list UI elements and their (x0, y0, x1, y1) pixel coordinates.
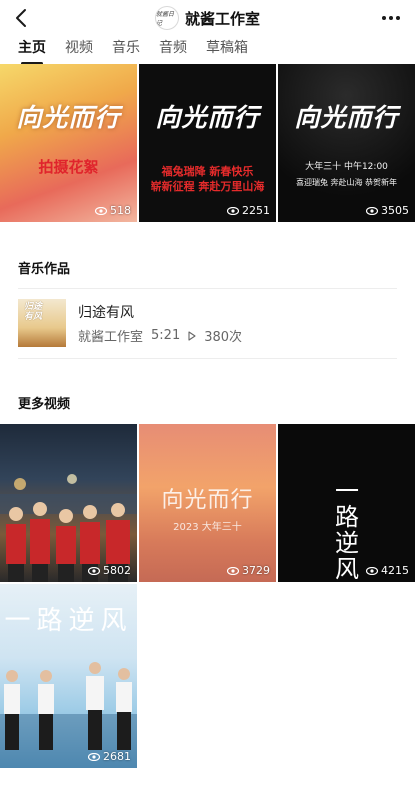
view-count: 3505 (366, 204, 409, 217)
music-cover-text: 归途有风 (24, 302, 43, 322)
video-caption-line-2: 喜迎瑞兔 奔赴山海 恭贺新年 (295, 178, 398, 187)
view-count: 5802 (88, 564, 131, 577)
video-people-scene (0, 474, 137, 582)
video-people-scene (0, 662, 137, 768)
video-thumbnail[interactable]: 一路逆风 4215 (278, 424, 415, 582)
music-cover: 归途有风 (18, 299, 66, 347)
divider (18, 358, 397, 359)
eye-icon (88, 752, 100, 761)
video-thumbnail[interactable]: 向光而行 拍摄花絮 518 (0, 64, 137, 222)
top-bar: 就酱日记 就酱工作室 (0, 0, 415, 36)
play-icon (188, 330, 196, 341)
view-count-number: 4215 (381, 564, 409, 577)
tab-videos[interactable]: 视频 (65, 36, 93, 64)
tab-bar: 主页 视频 音乐 音频 草稿箱 (0, 36, 415, 64)
video-title-art: 向光而行 (161, 488, 254, 513)
page-title: 就酱工作室 (184, 9, 260, 28)
view-count: 518 (95, 204, 131, 217)
music-meta: 就酱工作室 5:21 380次 (78, 326, 242, 345)
view-count-number: 2251 (242, 204, 270, 217)
view-count-number: 518 (110, 204, 131, 217)
video-caption-line-1: 大年三十 中午12:00 (305, 162, 388, 172)
eye-icon (227, 566, 239, 575)
divider (18, 288, 397, 289)
more-dots-icon[interactable] (379, 8, 403, 28)
view-count: 2681 (88, 750, 131, 763)
more-videos-title: 更多视频 (18, 397, 71, 412)
view-count-number: 3729 (242, 564, 270, 577)
music-item[interactable]: 归途有风 归途有风 就酱工作室 5:21 380次 (18, 299, 398, 349)
eye-icon (95, 206, 107, 215)
view-count: 4215 (366, 564, 409, 577)
music-artist: 就酱工作室 (78, 330, 144, 345)
eye-icon (88, 566, 100, 575)
eye-icon (366, 206, 378, 215)
video-caption-line-1: 福兔瑞降 新春快乐 (161, 165, 254, 178)
video-title-art: 向光而行 (294, 103, 399, 132)
music-duration: 5:21 (151, 328, 181, 343)
eye-icon (366, 566, 378, 575)
video-thumbnail[interactable]: 一路逆风 2681 (0, 584, 137, 768)
video-thumbnail[interactable]: 向光而行 2023 大年三十 3729 (139, 424, 276, 582)
more-video-grid: 5802 向光而行 2023 大年三十 3729 一路逆风 4215 一路逆风 … (0, 424, 415, 768)
top-video-grid: 向光而行 拍摄花絮 518 向光而行 福兔瑞降 新春快乐 崭新征程 奔赴万里山海… (0, 64, 415, 222)
video-title-art: 向光而行 (16, 103, 121, 132)
view-count-number: 3505 (381, 204, 409, 217)
eye-icon (227, 206, 239, 215)
tab-drafts[interactable]: 草稿箱 (206, 36, 248, 64)
tab-home[interactable]: 主页 (18, 36, 46, 64)
avatar[interactable]: 就酱日记 (154, 6, 179, 30)
view-count: 3729 (227, 564, 270, 577)
music-play-count: 380次 (204, 330, 243, 345)
video-caption: 2023 大年三十 (173, 522, 242, 533)
view-count: 2251 (227, 204, 270, 217)
tab-audio[interactable]: 音频 (159, 36, 187, 64)
video-title-art: 一路逆风 (335, 477, 361, 582)
header-title-group: 就酱日记 就酱工作室 (0, 5, 415, 31)
video-thumbnail[interactable]: 5802 (0, 424, 137, 582)
video-caption: 拍摄花絮 (38, 158, 99, 176)
view-count-number: 5802 (103, 564, 131, 577)
tab-music[interactable]: 音乐 (112, 36, 140, 64)
video-title-art: 向光而行 (155, 103, 260, 132)
view-count-number: 2681 (103, 750, 131, 763)
video-thumbnail[interactable]: 向光而行 大年三十 中午12:00 喜迎瑞兔 奔赴山海 恭贺新年 3505 (278, 64, 415, 222)
music-title: 归途有风 (78, 305, 134, 321)
video-thumbnail[interactable]: 向光而行 福兔瑞降 新春快乐 崭新征程 奔赴万里山海 2251 (139, 64, 276, 222)
video-caption-line-2: 崭新征程 奔赴万里山海 (150, 180, 265, 193)
music-section-title: 音乐作品 (18, 262, 71, 277)
